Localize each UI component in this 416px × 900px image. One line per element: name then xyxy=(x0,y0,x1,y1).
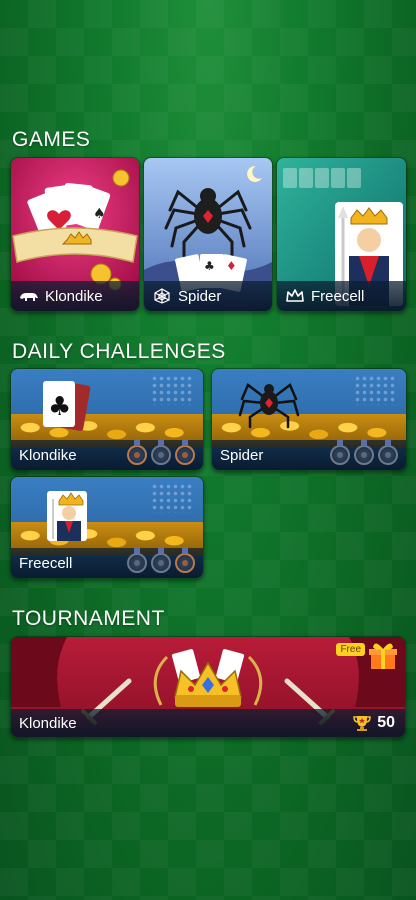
medal-icon xyxy=(330,439,350,465)
trophy-icon xyxy=(353,716,371,731)
medal-icon xyxy=(378,439,398,465)
gift-icon xyxy=(369,643,397,669)
daily-card-klondike[interactable]: ♣ Klondike xyxy=(10,368,204,471)
crown-icon xyxy=(285,288,305,304)
polar-bear-icon xyxy=(19,288,39,304)
spider-label-bar: Spider xyxy=(144,281,272,311)
svg-text:♣: ♣ xyxy=(204,259,215,273)
medal-icon xyxy=(127,547,147,573)
daily-klondike-medals xyxy=(127,439,195,465)
free-badge: Free xyxy=(336,643,365,656)
medal-icon xyxy=(151,547,171,573)
medal-icon xyxy=(151,439,171,465)
daily-klondike-label: Klondike xyxy=(19,446,77,464)
medal-icon xyxy=(175,439,195,465)
medal-icon xyxy=(354,439,374,465)
daily-challenges-section-title: DAILY CHALLENGES xyxy=(12,340,226,363)
daily-card-spider[interactable]: Spider xyxy=(211,368,407,471)
spider-label: Spider xyxy=(178,287,222,305)
spider-web-icon xyxy=(152,288,172,304)
daily-card-freecell[interactable]: Freecell xyxy=(10,476,204,579)
svg-text:♠: ♠ xyxy=(93,206,106,222)
daily-freecell-medals xyxy=(127,547,195,573)
freecell-label: Freecell xyxy=(311,287,365,305)
medal-icon xyxy=(175,547,195,573)
daily-spider-label: Spider xyxy=(220,446,264,464)
game-card-freecell[interactable]: Freecell xyxy=(276,157,407,312)
tournament-section-title: TOURNAMENT xyxy=(12,607,165,630)
game-card-spider[interactable]: ♣ ♦ Spider xyxy=(143,157,273,312)
game-card-klondike[interactable]: ♠ Klondike xyxy=(10,157,140,312)
daily-freecell-label: Freecell xyxy=(19,554,73,572)
svg-text:♦: ♦ xyxy=(226,259,237,273)
svg-text:♣: ♣ xyxy=(48,392,71,422)
freecell-label-bar: Freecell xyxy=(277,281,406,311)
tournament-label: Klondike xyxy=(19,714,77,732)
trophy-count: 50 xyxy=(377,714,395,731)
daily-spider-medals xyxy=(330,439,398,465)
klondike-label: Klondike xyxy=(45,287,103,305)
tournament-label-bar: Klondike xyxy=(11,709,405,737)
klondike-label-bar: Klondike xyxy=(11,281,139,311)
medal-icon xyxy=(127,439,147,465)
tournament-card-klondike[interactable]: Free Klondike 50 xyxy=(10,636,406,738)
games-section-title: GAMES xyxy=(12,128,91,151)
trophy-counter: 50 xyxy=(353,714,395,732)
